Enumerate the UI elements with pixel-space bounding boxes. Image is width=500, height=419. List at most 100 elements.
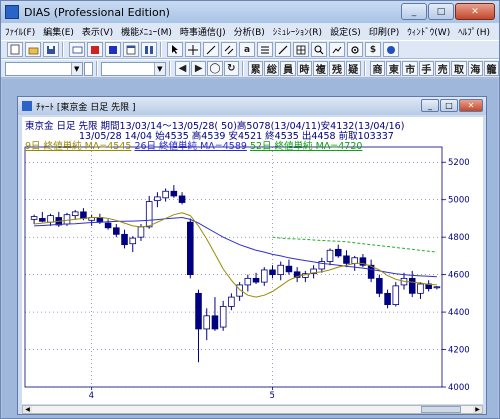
blue-square-icon[interactable]	[105, 42, 121, 57]
fibonacci-icon[interactable]	[257, 42, 273, 57]
dollar-icon[interactable]: $	[365, 42, 381, 57]
ma52-label[interactable]: 52日 終値単純 MA=4720	[250, 141, 362, 152]
menu-window[interactable]: ｳｨﾝﾄﾞｳ(W)	[403, 25, 454, 38]
candle-body	[162, 190, 169, 199]
candle-body	[219, 306, 227, 328]
ma9-label[interactable]: 9日 終値単純 MA=4545	[25, 141, 131, 152]
zoom-icon[interactable]	[311, 42, 327, 57]
window-icon[interactable]	[123, 42, 139, 57]
market-button-4[interactable]: 手	[418, 61, 435, 76]
chart-minimize-button[interactable]: _	[421, 99, 439, 112]
chart-maximize-button[interactable]: □	[440, 99, 458, 112]
chart-window: ﾁｬｰﾄ [東京金 日足 先限 ] _ □ ✕ 4000 4200 4400 4600…	[17, 96, 487, 415]
period-button-2[interactable]: 総	[264, 61, 280, 76]
ma26-label[interactable]: 26日 終値単純 MA=4589	[134, 141, 246, 152]
toolbar-separator	[363, 61, 366, 76]
ma52-line	[272, 236, 437, 253]
period-select[interactable]: ▼	[101, 61, 166, 76]
menu-jiji[interactable]: 時事通信(J)	[176, 25, 230, 38]
candle-body	[145, 201, 153, 228]
period-button-7[interactable]: 疑	[345, 61, 361, 76]
symbol-select-extra[interactable]	[83, 61, 94, 76]
title-bar[interactable]: DIAS (Professional Edition) _ □ ✕	[1, 1, 499, 23]
candle-body	[244, 277, 252, 286]
candle-body	[433, 286, 441, 289]
menu-file[interactable]: ﾌｧｲﾙ(F)	[1, 25, 39, 38]
candle-body	[121, 233, 128, 246]
menu-simulation[interactable]: ｼﾐｭﾚｰｼｮﾝ(R)	[269, 25, 326, 38]
parallel-line-icon[interactable]	[221, 42, 237, 57]
market-button-2[interactable]: 東	[386, 61, 402, 76]
first-icon[interactable]: ◀	[174, 61, 191, 76]
close-button[interactable]: ✕	[455, 3, 495, 20]
scroll-thumb[interactable]	[421, 406, 461, 413]
market-button-3[interactable]: 市	[402, 61, 418, 76]
market-button-8[interactable]: 籠	[483, 61, 500, 76]
candle-body	[384, 292, 391, 305]
candle-body	[252, 277, 260, 283]
tile-icon[interactable]	[141, 42, 157, 57]
text-icon[interactable]: a	[239, 42, 255, 57]
menu-view[interactable]: 表示(V)	[78, 25, 117, 38]
cursor-icon[interactable]	[167, 42, 183, 57]
menu-settings[interactable]: 設定(S)	[326, 25, 365, 38]
chart-window-title: ﾁｬｰﾄ [東京金 日足 先限 ]	[36, 102, 136, 113]
market-button-5[interactable]: 売	[435, 61, 451, 76]
x-tick-label: 5	[269, 391, 274, 401]
menu-print[interactable]: 印刷(P)	[365, 25, 403, 38]
red-square-icon[interactable]	[87, 42, 103, 57]
period-button-6[interactable]: 残	[329, 61, 345, 76]
mdi-workspace: ﾁｬｰﾄ [東京金 日足 先限 ] _ □ ✕ 4000 4200 4400 4600…	[2, 79, 498, 418]
open-icon[interactable]	[25, 42, 41, 57]
menu-analysis[interactable]: 分析(B)	[230, 25, 269, 38]
market-button-1[interactable]: 商	[369, 61, 386, 76]
chart-type-icon[interactable]	[69, 42, 85, 57]
grid-icon[interactable]	[293, 42, 309, 57]
market-button-7[interactable]: 海	[467, 61, 483, 76]
period-button-4[interactable]: 時	[296, 61, 313, 76]
window-controls: _ □ ✕	[401, 3, 495, 20]
candle-body	[47, 215, 54, 223]
candle-body	[334, 248, 342, 257]
chart-compare-icon[interactable]	[329, 42, 345, 57]
candle-body	[408, 277, 416, 294]
chart-area[interactable]: 4000 4200 4400 4600 4800 5000 5200 4 5 東京金 日足 先限…	[22, 117, 483, 404]
eraser-icon[interactable]	[275, 42, 291, 57]
crosshair-icon[interactable]	[185, 42, 201, 57]
candle-body	[39, 218, 46, 222]
toolbar-separator	[96, 61, 99, 76]
menu-help[interactable]: ﾍﾙﾌﾟ(H)	[454, 25, 494, 38]
menu-functions[interactable]: 機能ﾒﾆｭｰ(M)	[117, 25, 176, 38]
new-icon[interactable]	[7, 42, 23, 57]
chevron-down-icon: ▼	[153, 62, 165, 75]
candlestick-chart: 4000 4200 4400 4600 4800 5000 5200 4 5	[24, 146, 470, 401]
candle-body	[113, 227, 120, 235]
market-button-6[interactable]: 取	[451, 61, 467, 76]
maximize-button[interactable]: □	[428, 3, 454, 20]
candle-body	[211, 315, 219, 330]
toolbar-separator	[160, 42, 162, 57]
cycle-icon[interactable]: ◯	[207, 61, 223, 76]
chart-window-titlebar[interactable]: ﾁｬｰﾄ [東京金 日足 先限 ] _ □ ✕	[18, 97, 486, 115]
refresh-icon[interactable]: ↻	[223, 61, 239, 76]
candle-body	[104, 222, 112, 229]
next-icon[interactable]: ▶	[191, 61, 207, 76]
gear-icon[interactable]	[347, 42, 363, 57]
minimize-button[interactable]: _	[401, 3, 427, 20]
line-draw-icon[interactable]	[203, 42, 219, 57]
chart-horizontal-scrollbar[interactable]: ◀ ▶	[22, 405, 483, 414]
candle-body	[269, 269, 276, 276]
period-button-3[interactable]: 員	[280, 61, 296, 76]
save-icon[interactable]	[43, 42, 59, 57]
menu-edit[interactable]: 編集(E)	[39, 25, 78, 38]
period-button-5[interactable]: 複	[313, 61, 329, 76]
symbol-select[interactable]: ▼	[4, 61, 83, 76]
scroll-right-icon[interactable]: ▶	[473, 406, 482, 413]
candle-body	[195, 292, 202, 330]
chart-close-button[interactable]: ✕	[459, 99, 483, 112]
ma-legend: 9日 終値単純 MA=4545 26日 終値単純 MA=4589 52日 終値単…	[25, 138, 362, 152]
scroll-left-icon[interactable]: ◀	[23, 406, 32, 413]
period-button-1[interactable]: 累	[247, 61, 264, 76]
candle-body	[170, 190, 178, 197]
info-icon[interactable]	[383, 42, 399, 57]
